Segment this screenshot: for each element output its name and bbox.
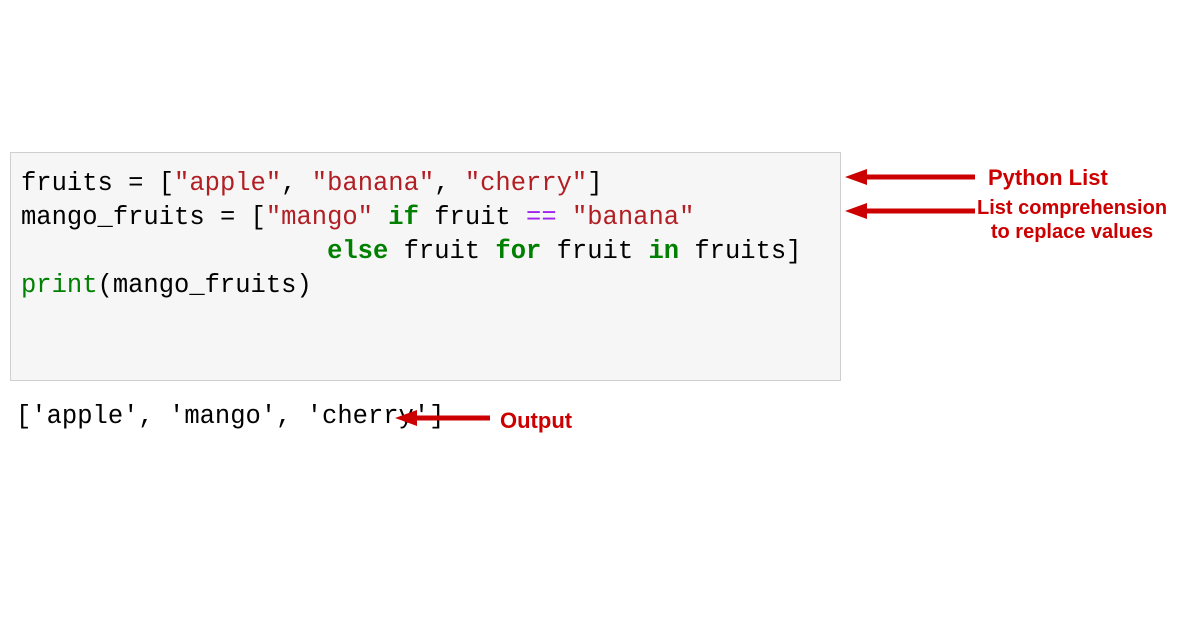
code-block: fruits = ["apple", "banana", "cherry"] m… <box>10 152 841 381</box>
var-mango-fruits: mango_fruits <box>21 203 205 232</box>
arrow-icon <box>845 201 975 221</box>
space <box>373 203 388 232</box>
keyword-for: for <box>495 237 541 266</box>
string-cherry: "cherry" <box>465 169 587 198</box>
annotation-list-comprehension: List comprehension to replace values <box>977 196 1167 244</box>
comma: , <box>434 169 465 198</box>
arrow-icon <box>845 167 975 187</box>
keyword-if: if <box>388 203 419 232</box>
ident-fruit: fruit <box>388 237 495 266</box>
fn-print: print <box>21 271 98 300</box>
annotation-output: Output <box>500 408 572 434</box>
assign-punct: = [ <box>205 203 266 232</box>
ident-fruits: fruits] <box>679 237 801 266</box>
print-args: (mango_fruits) <box>98 271 312 300</box>
comma: , <box>281 169 312 198</box>
code-line-4: print(mango_fruits) <box>21 269 830 303</box>
output-text: ['apple', 'mango', 'cherry'] <box>16 400 444 434</box>
keyword-else: else <box>327 237 388 266</box>
operator-equals: == <box>526 203 557 232</box>
code-line-1: fruits = ["apple", "banana", "cherry"] <box>21 167 830 201</box>
string-apple: "apple" <box>174 169 281 198</box>
ident-fruit: fruit <box>419 203 526 232</box>
ident-fruit: fruit <box>541 237 648 266</box>
close-bracket: ] <box>587 169 602 198</box>
code-line-2: mango_fruits = ["mango" if fruit == "ban… <box>21 201 830 235</box>
indent <box>21 237 327 266</box>
arrow-icon <box>395 408 490 428</box>
var-fruits: fruits <box>21 169 113 198</box>
space <box>557 203 572 232</box>
string-banana-2: "banana" <box>572 203 694 232</box>
annotation-python-list: Python List <box>988 165 1108 191</box>
string-mango: "mango" <box>266 203 373 232</box>
keyword-in: in <box>648 237 679 266</box>
code-line-3: else fruit for fruit in fruits] <box>21 235 830 269</box>
string-banana: "banana" <box>312 169 434 198</box>
assign-punct: = [ <box>113 169 174 198</box>
